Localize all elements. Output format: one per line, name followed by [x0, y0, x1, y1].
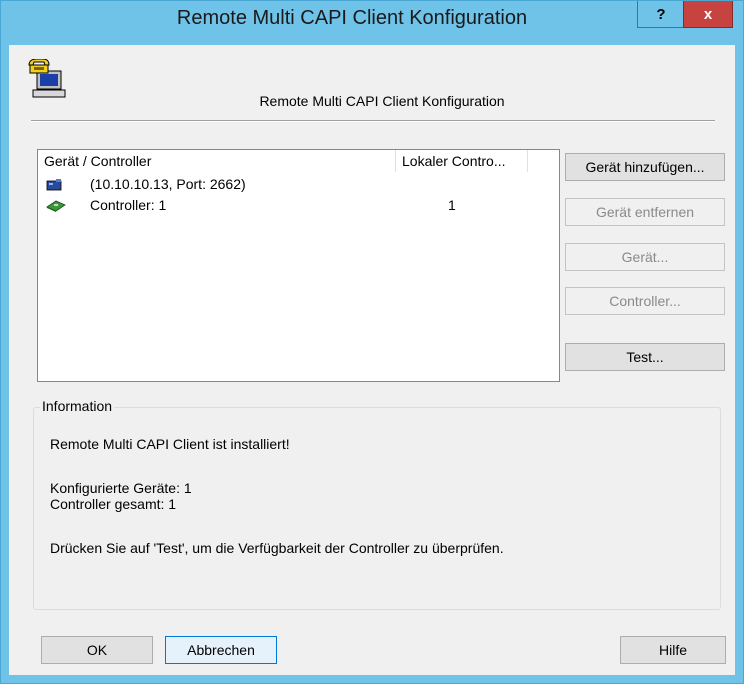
- column-header-device[interactable]: Gerät / Controller: [38, 150, 396, 172]
- row-controller-name: Controller: 1: [90, 197, 167, 213]
- add-device-button[interactable]: Gerät hinzufügen...: [565, 153, 725, 181]
- dialog-window: Remote Multi CAPI Client Konfiguration ?…: [0, 0, 744, 684]
- information-group: Information Remote Multi CAPI Client ist…: [33, 398, 721, 610]
- dialog-client-area: Remote Multi CAPI Client Konfiguration G…: [9, 45, 735, 675]
- list-header: Gerät / Controller Lokaler Contro...: [38, 150, 559, 172]
- window-title: Remote Multi CAPI Client Konfiguration: [176, 7, 528, 29]
- controller-total-text: Controller gesamt: 1: [50, 496, 177, 512]
- column-header-local-controller[interactable]: Lokaler Contro...: [396, 150, 528, 172]
- header-divider: [31, 120, 715, 122]
- close-button[interactable]: x: [683, 1, 733, 28]
- remove-device-button[interactable]: Gerät entfernen: [565, 198, 725, 226]
- row-device-name: (10.10.10.13, Port: 2662): [90, 176, 246, 192]
- ok-button[interactable]: OK: [41, 636, 153, 664]
- controller-card-icon: [46, 198, 66, 219]
- installed-text: Remote Multi CAPI Client ist installiert…: [50, 436, 290, 452]
- controller-button[interactable]: Controller...: [565, 287, 725, 315]
- row-controller-local: 1: [448, 197, 456, 213]
- information-label: Information: [40, 398, 115, 414]
- list-row-controller[interactable]: Controller: 1 1: [38, 195, 559, 216]
- title-bar[interactable]: Remote Multi CAPI Client Konfiguration ?…: [1, 1, 743, 37]
- help-button[interactable]: Hilfe: [620, 636, 726, 664]
- help-title-button[interactable]: ?: [637, 1, 685, 28]
- device-button[interactable]: Gerät...: [565, 243, 725, 271]
- test-button[interactable]: Test...: [565, 343, 725, 371]
- configured-devices-text: Konfigurierte Geräte: 1: [50, 480, 192, 496]
- test-hint-text: Drücken Sie auf 'Test', um die Verfügbar…: [50, 540, 504, 556]
- device-list[interactable]: Gerät / Controller Lokaler Contro... (10…: [37, 149, 560, 382]
- list-row-device[interactable]: (10.10.10.13, Port: 2662): [38, 174, 559, 195]
- cancel-button[interactable]: Abbrechen: [165, 636, 277, 664]
- header-title: Remote Multi CAPI Client Konfiguration: [259, 93, 505, 109]
